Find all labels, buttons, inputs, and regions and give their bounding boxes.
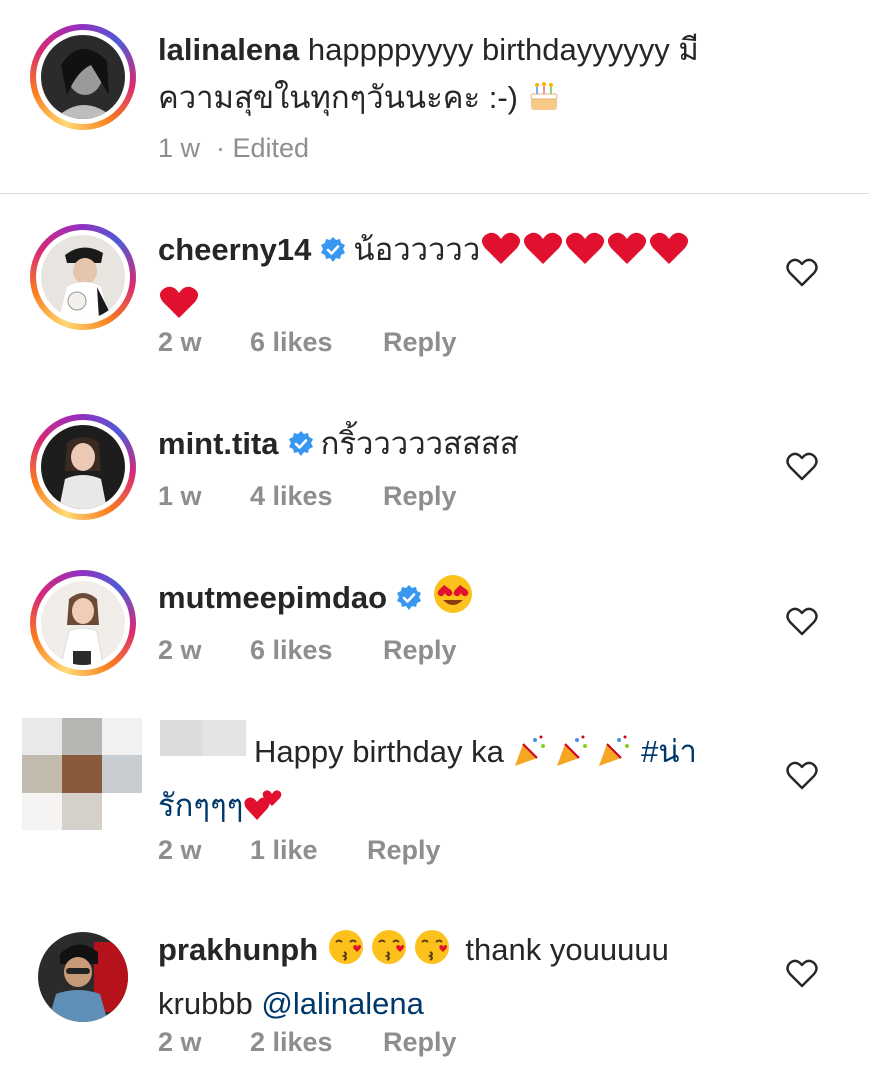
- reply-button[interactable]: Reply: [383, 1026, 457, 1058]
- like-heart-icon[interactable]: [786, 257, 818, 287]
- reply-button[interactable]: Reply: [367, 834, 441, 866]
- timestamp[interactable]: 2 w: [158, 1026, 202, 1058]
- avatar-story-ring[interactable]: [30, 570, 136, 676]
- red-heart-icon: [480, 230, 690, 280]
- comment-text: cheerny14 น้อววววว: [158, 226, 758, 334]
- mention-link[interactable]: @lalinalena: [261, 986, 423, 1021]
- avatar[interactable]: [38, 932, 128, 1022]
- likes-count[interactable]: 6 likes: [250, 634, 333, 666]
- like-heart-icon[interactable]: [786, 606, 818, 636]
- birthday-cake-icon: [527, 80, 561, 128]
- avatar: [41, 425, 125, 509]
- username[interactable]: mutmeepimdao: [158, 580, 387, 615]
- avatar-story-ring[interactable]: [30, 224, 136, 330]
- comment-body: กริ้วววววสสสส: [320, 426, 519, 461]
- comment-body: happppyyyy birthdayyyyyy มี: [307, 32, 699, 67]
- likes-count[interactable]: 2 likes: [250, 1026, 333, 1058]
- comment-body-line2: krubbb: [158, 986, 253, 1021]
- timestamp[interactable]: 2 w: [158, 634, 202, 666]
- avatar-story-ring[interactable]: [30, 414, 136, 520]
- like-heart-icon[interactable]: [786, 760, 818, 790]
- likes-count[interactable]: 4 likes: [250, 480, 333, 512]
- like-heart-icon[interactable]: [786, 451, 818, 481]
- timestamp[interactable]: 1 w: [158, 132, 200, 164]
- avatar: [41, 581, 125, 665]
- username[interactable]: lalinalena: [158, 32, 299, 67]
- comment-body-line2: ความสุขในทุกๆวันนะคะ :-): [158, 80, 518, 115]
- hashtag-link[interactable]: #น่า: [641, 734, 697, 769]
- timestamp[interactable]: 2 w: [158, 834, 202, 866]
- reply-button[interactable]: Reply: [383, 326, 457, 358]
- username[interactable]: mint.tita: [158, 426, 279, 461]
- comment-body: thank youuuuu: [465, 932, 669, 967]
- comment-body: Happy birthday ka: [254, 734, 504, 769]
- heart-eyes-icon: [433, 574, 473, 628]
- reply-button[interactable]: Reply: [383, 634, 457, 666]
- reply-button[interactable]: Reply: [383, 480, 457, 512]
- two-hearts-icon: [243, 788, 283, 836]
- timestamp[interactable]: 1 w: [158, 480, 202, 512]
- comment-body: น้อววววว: [353, 232, 481, 267]
- comment-text: mutmeepimdao: [158, 574, 758, 628]
- verified-badge-icon: [319, 230, 347, 262]
- timestamp[interactable]: 2 w: [158, 326, 202, 358]
- verified-badge-icon: [395, 578, 423, 610]
- comment-text: Happy birthday ka #น่า รักๆๆๆ: [158, 728, 758, 836]
- avatar-story-ring[interactable]: [30, 24, 136, 130]
- comment-text: prakhunph thank youuuuu krubbb @lalinale…: [158, 926, 758, 1028]
- likes-count[interactable]: 1 like: [250, 834, 318, 866]
- comment-text: mint.tita กริ้วววววสสสส: [158, 420, 758, 468]
- username[interactable]: prakhunph: [158, 932, 318, 967]
- likes-count[interactable]: 6 likes: [250, 326, 333, 358]
- verified-badge-icon: [287, 424, 315, 456]
- divider: [0, 193, 869, 194]
- edited-label: · Edited: [216, 133, 310, 163]
- avatar-pixelated[interactable]: [22, 718, 142, 830]
- party-popper-icon: [513, 734, 633, 782]
- like-heart-icon[interactable]: [786, 958, 818, 988]
- avatar: [41, 35, 125, 119]
- kissing-face-icon: [327, 928, 457, 980]
- comment-text: lalinalena happppyyyy birthdayyyyyy มี ค…: [158, 26, 758, 128]
- username[interactable]: cheerny14: [158, 232, 311, 267]
- hashtag-link-line2[interactable]: รักๆๆๆ: [158, 788, 243, 823]
- avatar: [41, 235, 125, 319]
